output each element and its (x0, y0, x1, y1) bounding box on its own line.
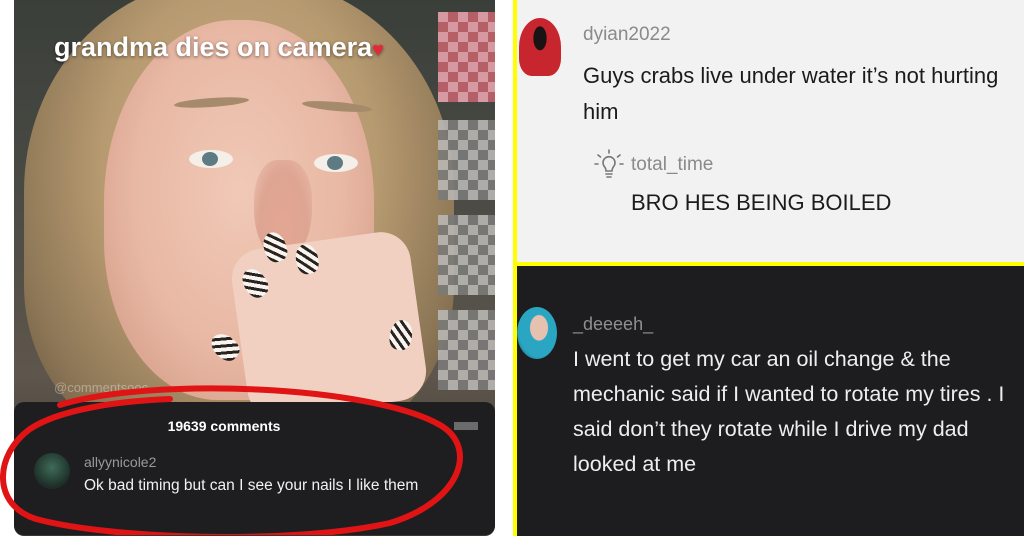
heart-icon: ♥ (372, 39, 384, 61)
comment-count: 19639 comments (167, 418, 281, 434)
comment-text: Guys crabs live under water it’s not hur… (583, 63, 999, 124)
comment-text: I went to get my car an oil change & the… (573, 347, 1005, 476)
left-panel: grandma dies on camera♥ @commentsooc 196… (0, 0, 505, 536)
video-caption: grandma dies on camera♥ (14, 32, 424, 63)
lightbulb-icon[interactable] (593, 148, 625, 180)
reply-text: BRO HES BEING BOILED (631, 190, 892, 215)
right-eye (314, 154, 358, 172)
top-right-comment-panel: dyian2022 Guys crabs live under water it… (513, 0, 1024, 266)
left-eye (189, 150, 233, 168)
comment-text: Ok bad timing but can I see your nails I… (84, 477, 419, 494)
comment-username[interactable]: _deeeeh_ (573, 314, 653, 335)
bottom-right-comment-panel: _deeeeh_ I went to get my car an oil cha… (513, 266, 1024, 536)
comment-username[interactable]: allyynicole2 (84, 454, 156, 470)
panel-divider (505, 0, 513, 536)
pixelated-share-icon[interactable] (438, 310, 495, 390)
reply-username[interactable]: total_time (631, 154, 713, 176)
comments-sheet: 19639 comments allyynicole2 Ok bad timin… (14, 402, 495, 535)
pixelated-comment-icon[interactable] (438, 215, 495, 295)
close-icon[interactable] (454, 422, 478, 430)
pixelated-like-icon[interactable] (438, 120, 495, 200)
comment-username[interactable]: dyian2022 (583, 24, 671, 46)
person-avatar-icon[interactable] (519, 18, 561, 76)
commenter-avatar[interactable] (34, 453, 70, 489)
pixelated-profile-icon[interactable] (438, 12, 495, 102)
caption-text: grandma dies on camera (54, 32, 373, 62)
commenter-avatar[interactable] (517, 307, 557, 359)
watermark: @commentsooc (54, 380, 149, 395)
